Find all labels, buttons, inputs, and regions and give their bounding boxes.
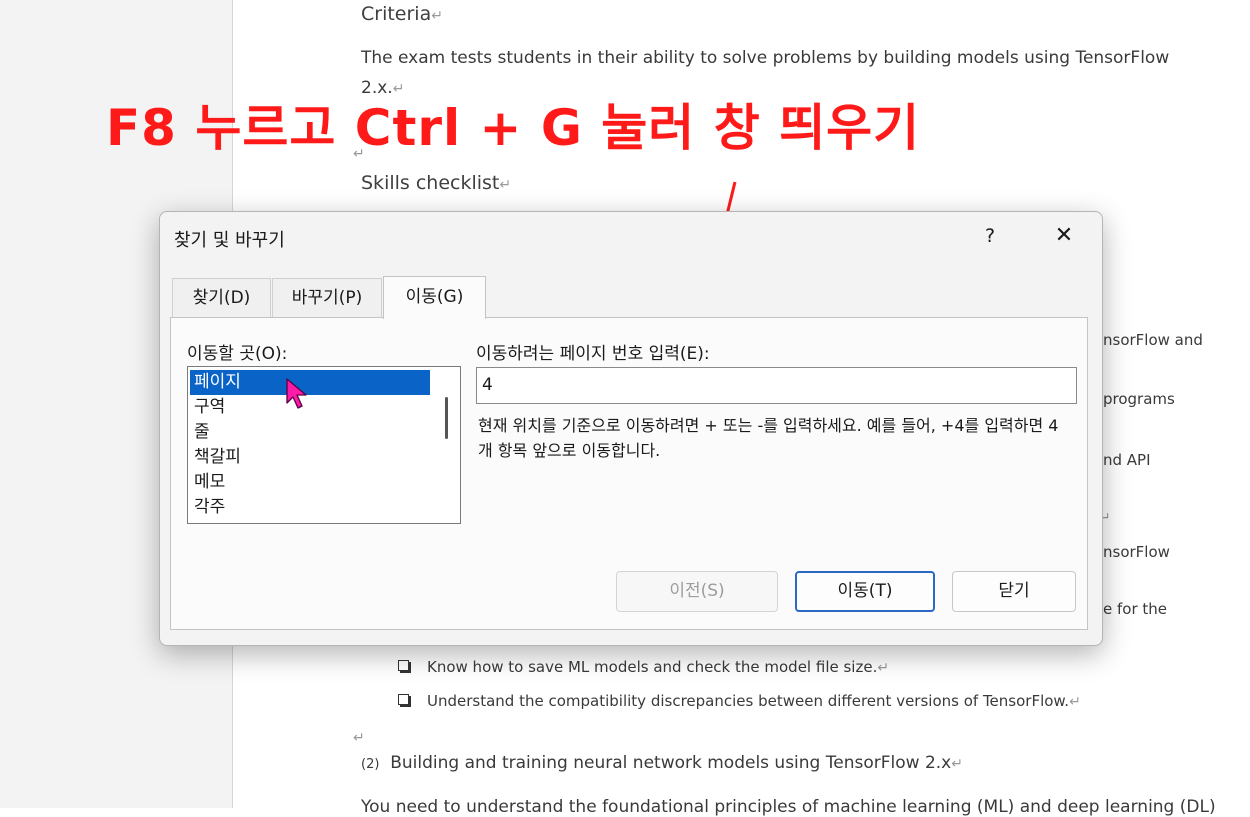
- pilcrow-mark: ↵: [499, 177, 512, 193]
- bullet-item: Know how to save ML models and check the…: [427, 658, 889, 676]
- criteria-paragraph-line1: The exam tests students in their ability…: [361, 48, 1170, 68]
- previous-button[interactable]: 이전(S): [616, 571, 778, 612]
- doc-fragment: nd API: [1103, 451, 1151, 469]
- pilcrow-mark: ↵: [951, 756, 963, 772]
- checkbox-bullet-icon: [398, 660, 409, 671]
- find-replace-dialog: 찾기 및 바꾸기 ? ✕ 찾기(D) 바꾸기(P) 이동(G) 이동할 곳(O)…: [159, 211, 1103, 646]
- close-button[interactable]: 닫기: [952, 571, 1076, 612]
- help-button[interactable]: ?: [970, 218, 1010, 254]
- close-icon[interactable]: ✕: [1042, 218, 1086, 254]
- doc-fragment: nsorFlow: [1103, 543, 1170, 561]
- pilcrow-mark: ↵: [877, 660, 890, 676]
- checkbox-bullet-icon: [398, 694, 409, 705]
- list-scrollbar-thumb[interactable]: [445, 397, 448, 439]
- bullet-item-text: Know how to save ML models and check the…: [427, 658, 878, 676]
- bullet-item: Understand the compatibility discrepanci…: [427, 692, 1081, 710]
- skills-heading-text: Skills checklist: [361, 172, 500, 194]
- tab-goto[interactable]: 이동(G): [383, 276, 486, 319]
- list-item-footnote[interactable]: 각주: [188, 495, 430, 520]
- criteria-heading-text: Criteria: [361, 3, 432, 25]
- bottom-paragraph-line: You need to understand the foundational …: [361, 797, 1216, 817]
- bullet-item-text: Understand the compatibility discrepanci…: [427, 692, 1070, 710]
- tab-find[interactable]: 찾기(D): [172, 278, 271, 317]
- skills-heading: Skills checklist↵: [361, 172, 511, 194]
- annotation-caption: F8 누르고 Ctrl + G 눌러 창 띄우기: [106, 99, 921, 157]
- pilcrow-mark: ↵: [431, 8, 443, 24]
- goto-panel: 이동할 곳(O): 페이지 구역 줄 책갈피 메모 각주 이동하려는 페이지 번…: [170, 317, 1088, 630]
- list-item-line[interactable]: 줄: [188, 420, 430, 445]
- list-item-bookmark[interactable]: 책갈피: [188, 445, 430, 470]
- empty-paragraph-mark: ↵: [353, 730, 365, 746]
- section-heading: (2) Building and training neural network…: [361, 753, 963, 773]
- doc-fragment: programs: [1103, 390, 1175, 408]
- goto-button[interactable]: 이동(T): [795, 571, 935, 612]
- section-number: (2): [361, 757, 380, 772]
- mouse-pointer-icon: [286, 378, 307, 409]
- page-number-input[interactable]: 4: [476, 367, 1077, 404]
- criteria-heading: Criteria↵: [361, 3, 443, 25]
- section-title: Building and training neural network mod…: [390, 753, 952, 773]
- pilcrow-mark: ↵: [1069, 694, 1081, 710]
- doc-fragment: nsorFlow and: [1103, 331, 1203, 349]
- doc-fragment: e for the: [1103, 600, 1168, 618]
- tab-replace[interactable]: 바꾸기(P): [272, 278, 382, 317]
- list-item-comment[interactable]: 메모: [188, 470, 430, 495]
- dialog-title: 찾기 및 바꾸기: [174, 230, 285, 251]
- page-number-label: 이동하려는 페이지 번호 입력(E):: [476, 344, 710, 364]
- hint-text: 현재 위치를 기준으로 이동하려면 + 또는 -를 입력하세요. 예를 들어, …: [478, 416, 1059, 460]
- goto-what-listbox[interactable]: 페이지 구역 줄 책갈피 메모 각주: [187, 366, 461, 524]
- goto-what-label: 이동할 곳(O):: [187, 344, 288, 364]
